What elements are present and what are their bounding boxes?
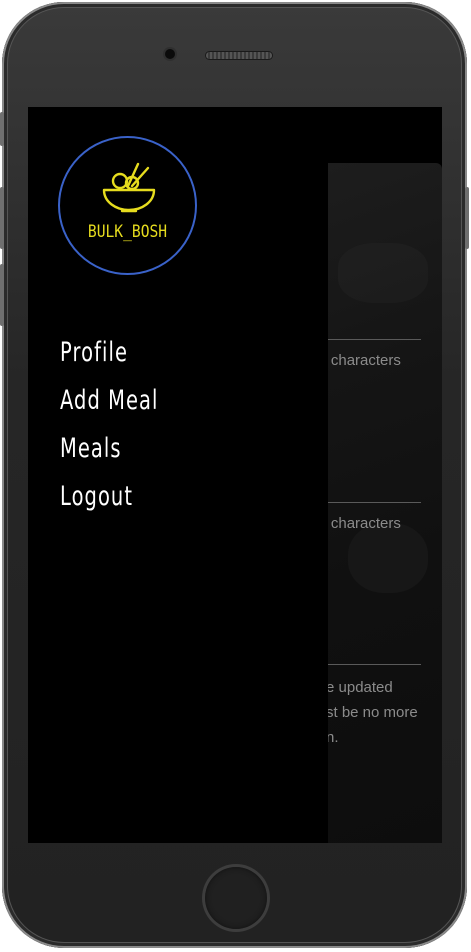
input-underline[interactable] <box>326 664 421 665</box>
input-underline[interactable] <box>326 339 421 340</box>
input-underline[interactable] <box>326 502 421 503</box>
screen: 25 characters 00 characters e updated st… <box>28 107 442 843</box>
home-button[interactable] <box>205 867 267 929</box>
logo-text: BULK_BOSH <box>87 222 168 242</box>
volume-down-button <box>0 264 4 326</box>
front-camera <box>165 49 175 59</box>
navigation-drawer: BULK_BOSH Profile Add Meal Meals Logout <box>28 107 328 843</box>
menu-item-meals[interactable]: Meals <box>60 425 159 473</box>
background-image-blur <box>338 243 428 303</box>
earpiece-speaker <box>206 52 272 59</box>
bowl-icon <box>102 162 156 213</box>
menu-item-add-meal[interactable]: Add Meal <box>60 377 159 425</box>
power-button <box>465 187 469 249</box>
menu-item-logout[interactable]: Logout <box>60 473 159 521</box>
helper-text: 25 characters <box>310 352 401 369</box>
menu-item-profile[interactable]: Profile <box>60 329 159 377</box>
helper-text-line: e updated <box>326 679 393 696</box>
helper-text-line: st be no more <box>326 704 418 721</box>
helper-text-line: n. <box>326 729 339 746</box>
volume-up-button <box>0 187 4 249</box>
helper-text: 00 characters <box>310 515 401 532</box>
mute-switch <box>0 112 4 146</box>
drawer-menu: Profile Add Meal Meals Logout <box>60 329 197 521</box>
app-logo: BULK_BOSH <box>58 136 197 275</box>
